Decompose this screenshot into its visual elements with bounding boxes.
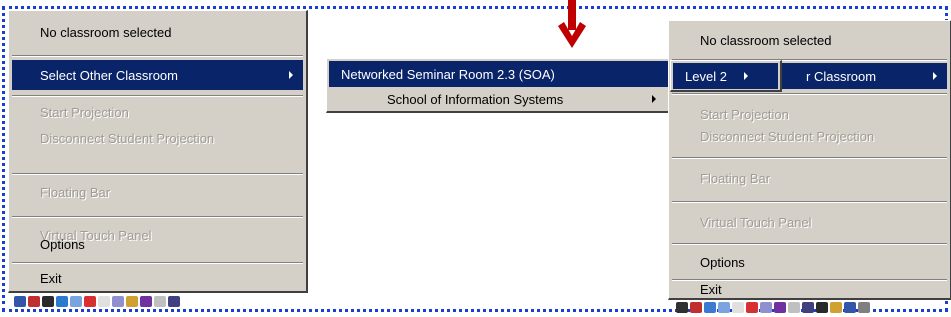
menu-item-level-2[interactable]: Level 2 [673,63,778,89]
tray-icon[interactable] [112,295,124,307]
tray-icon[interactable] [154,295,166,307]
menu-item-select-other-classroom[interactable]: Select Other Classroom [12,60,303,90]
tray-icon[interactable] [98,295,110,307]
tray-icon[interactable] [732,301,744,313]
menu-item-no-classroom[interactable]: No classroom selected [12,15,303,49]
menu-item-networked-seminar-room[interactable]: Networked Seminar Room 2.3 (SOA) [329,61,670,87]
menu-separator [672,243,947,245]
tray-icon[interactable] [746,301,758,313]
left-context-menu: No classroom selected Select Other Class… [8,10,308,293]
tray-icon[interactable] [28,295,40,307]
tray-icon[interactable] [704,301,716,313]
tray-icons-right [676,300,870,314]
tray-icon[interactable] [126,295,138,307]
tray-icon[interactable] [42,295,54,307]
menu-separator [12,216,303,218]
menu-item-exit[interactable]: Exit [12,266,303,290]
menu-item-virtual-touch-panel[interactable]: Virtual Touch Panel [672,205,947,239]
tray-icon[interactable] [830,301,842,313]
tray-icons-left [14,294,180,308]
tray-icon[interactable] [858,301,870,313]
tray-icon[interactable] [56,295,68,307]
tray-icon[interactable] [816,301,828,313]
submenu-arrow-icon [744,72,748,80]
tray-icon[interactable] [844,301,856,313]
room-submenu: Networked Seminar Room 2.3 (SOA) School … [326,58,674,113]
tray-icon[interactable] [802,301,814,313]
menu-item-disconnect-student-projection[interactable]: Disconnect Student Projection [672,123,947,149]
menu-item-no-classroom[interactable]: No classroom selected [672,25,947,55]
menu-separator [12,95,303,97]
menu-separator [672,93,947,95]
menu-item-start-projection[interactable]: Start Projection [12,99,303,125]
menu-item-floating-bar[interactable]: Floating Bar [672,161,947,195]
menu-separator [672,201,947,203]
tray-icon[interactable] [690,301,702,313]
menu-separator [12,262,303,264]
menu-item-options[interactable]: Options [672,247,947,277]
menu-item-exit[interactable]: Exit [672,279,947,299]
tray-icon[interactable] [168,295,180,307]
menu-item-options[interactable]: Options [12,229,303,259]
menu-item-school-of-information-systems[interactable]: School of Information Systems [329,87,670,111]
tray-icon[interactable] [84,295,96,307]
tray-icon[interactable] [788,301,800,313]
tray-icon[interactable] [760,301,772,313]
tray-icon[interactable] [70,295,82,307]
tray-icon[interactable] [718,301,730,313]
submenu-arrow-icon [933,72,937,80]
menu-separator [672,157,947,159]
menu-item-disconnect-student-projection[interactable]: Disconnect Student Projection [12,125,303,151]
tray-icon[interactable] [140,295,152,307]
tray-icon[interactable] [774,301,786,313]
tray-icon[interactable] [14,295,26,307]
submenu-arrow-icon [289,71,293,79]
level-submenu: Level 2 [670,60,782,92]
menu-separator [12,55,303,57]
submenu-arrow-icon [652,95,656,103]
arrow-down-icon [558,0,586,48]
menu-separator [12,173,303,175]
menu-item-floating-bar[interactable]: Floating Bar [12,177,303,207]
tray-icon[interactable] [676,301,688,313]
